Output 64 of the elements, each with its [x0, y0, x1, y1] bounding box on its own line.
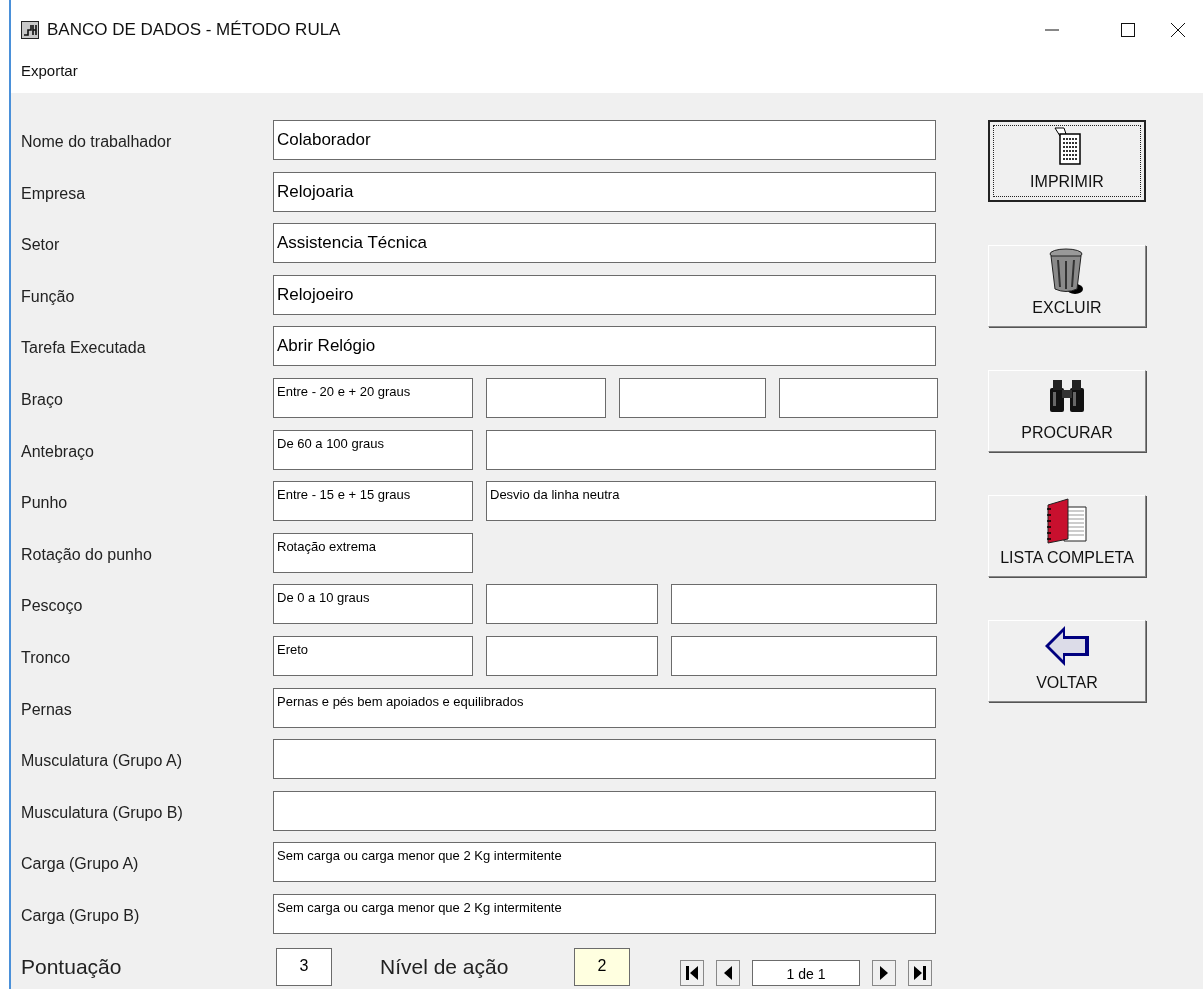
action-level-label: Nível de ação [380, 953, 510, 980]
score-label: Pontuação [21, 953, 123, 980]
field-label: Empresa [21, 183, 86, 204]
close-icon[interactable] [1170, 22, 1186, 38]
field-label: Tarefa Executada [21, 338, 146, 359]
left-arrow-icon [1043, 624, 1091, 668]
text-field[interactable]: De 0 a 10 graus [273, 584, 473, 625]
next-record-icon[interactable] [872, 959, 896, 986]
maximize-icon[interactable] [1120, 22, 1136, 38]
book-icon [1044, 497, 1090, 545]
text-field[interactable] [486, 377, 606, 418]
text-field[interactable] [671, 584, 937, 625]
text-field[interactable]: Sem carga ou carga menor que 2 Kg intermitente [273, 842, 936, 883]
field-label: Musculatura (Grupo A) [21, 751, 182, 772]
field-label: Nome do trabalhador [21, 132, 172, 152]
field-label: Pernas [21, 699, 72, 720]
text-field[interactable]: Rotação extrema [273, 532, 473, 573]
text-field[interactable]: Relojoaria [273, 171, 936, 212]
text-field[interactable] [273, 790, 936, 831]
text-field[interactable]: Abrir Relógio [273, 326, 936, 367]
field-label: Pescoço [21, 596, 83, 617]
record-counter: 1 de 1 [752, 959, 860, 986]
field-label: Função [21, 286, 75, 307]
text-field[interactable]: Pernas e pés bem apoiados e equilibrados [273, 687, 936, 728]
text-field[interactable] [486, 429, 936, 470]
text-field[interactable]: De 60 a 100 graus [273, 429, 473, 470]
field-label: Carga (Grupo A) [21, 854, 139, 875]
previous-record-icon[interactable] [716, 959, 740, 986]
field-label: Musculatura (Grupo B) [21, 802, 183, 823]
printed-page-icon [1052, 126, 1082, 166]
field-label: Setor [21, 235, 60, 256]
field-label: Rotação do punho [21, 544, 152, 565]
action-level-value: 2 [574, 947, 630, 986]
last-record-icon[interactable] [908, 959, 932, 986]
window-title: BANCO DE DADOS - MÉTODO RULA [47, 19, 341, 42]
text-field[interactable]: Relojoeiro [273, 274, 936, 315]
text-field[interactable] [779, 377, 938, 418]
toolbar-button[interactable]: LISTA COMPLETA [988, 495, 1146, 577]
text-field[interactable]: Ereto [273, 635, 473, 676]
menu-item[interactable]: Exportar [21, 60, 78, 83]
text-field[interactable] [486, 635, 658, 676]
score-value: 3 [276, 947, 332, 986]
field-label: Tronco [21, 647, 71, 668]
text-field[interactable]: Sem carga ou carga menor que 2 Kg intermitente [273, 893, 936, 934]
binoculars-icon [1047, 378, 1087, 414]
text-field[interactable]: Assistencia Técnica [273, 223, 936, 264]
text-field[interactable] [273, 739, 936, 780]
text-field[interactable]: Colaborador [273, 120, 936, 160]
first-record-icon[interactable] [680, 959, 704, 986]
app-icon [21, 21, 39, 39]
text-field[interactable]: Entre - 15 e + 15 graus [273, 481, 473, 522]
text-field[interactable]: Entre - 20 e + 20 graus [273, 377, 473, 418]
toolbar-button[interactable]: EXCLUIR [988, 245, 1146, 327]
toolbar-button[interactable]: IMPRIMIR [988, 120, 1146, 202]
field-label: Punho [21, 493, 68, 514]
toolbar-button[interactable]: VOLTAR [988, 620, 1146, 702]
toolbar-button[interactable]: PROCURAR [988, 370, 1146, 452]
field-label: Antebraço [21, 441, 94, 462]
field-label: Carga (Grupo B) [21, 905, 140, 926]
text-field[interactable]: Desvio da linha neutra [486, 481, 936, 522]
text-field[interactable] [671, 635, 937, 676]
text-field[interactable] [486, 584, 658, 625]
field-label: Braço [21, 389, 63, 410]
text-field[interactable] [619, 377, 766, 418]
